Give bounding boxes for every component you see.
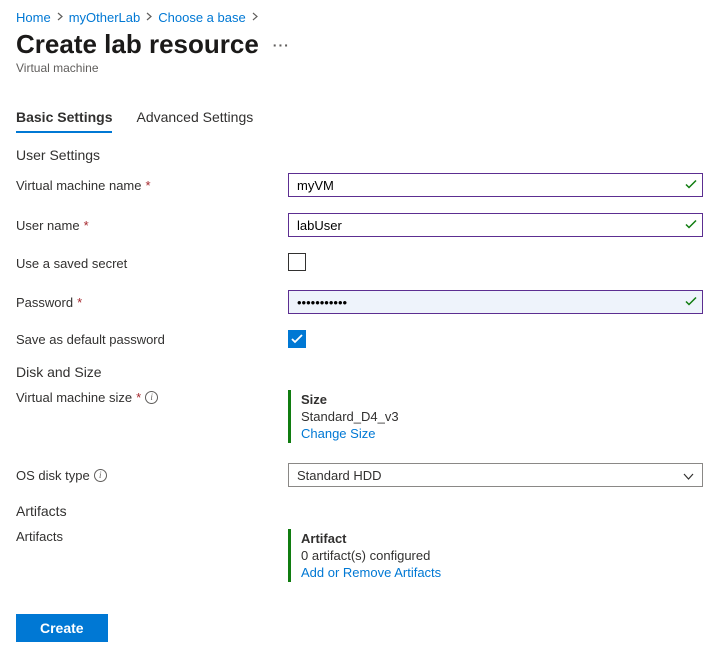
vm-size-panel: Size Standard_D4_v3 Change Size bbox=[288, 390, 703, 443]
chevron-right-icon bbox=[146, 12, 152, 24]
label-use-saved-secret: Use a saved secret bbox=[16, 256, 288, 271]
section-disk-and-size: Disk and Size bbox=[16, 364, 703, 380]
breadcrumb-home[interactable]: Home bbox=[16, 10, 51, 25]
tab-advanced-settings[interactable]: Advanced Settings bbox=[136, 109, 253, 133]
more-actions-icon[interactable]: ··· bbox=[273, 37, 290, 53]
page-title-row: Create lab resource ··· bbox=[16, 29, 703, 60]
required-marker: * bbox=[84, 218, 89, 233]
required-marker: * bbox=[77, 295, 82, 310]
os-disk-type-value: Standard HDD bbox=[297, 468, 382, 483]
artifacts-value: 0 artifact(s) configured bbox=[301, 548, 703, 563]
label-user-name: User name * bbox=[16, 218, 288, 233]
artifacts-panel-title: Artifact bbox=[301, 531, 703, 546]
label-artifacts: Artifacts bbox=[16, 529, 288, 544]
section-user-settings: User Settings bbox=[16, 147, 703, 163]
page-title: Create lab resource bbox=[16, 29, 259, 60]
create-button[interactable]: Create bbox=[16, 614, 108, 642]
label-password: Password * bbox=[16, 295, 288, 310]
os-disk-type-select[interactable]: Standard HDD bbox=[288, 463, 703, 487]
chevron-right-icon bbox=[252, 12, 258, 24]
chevron-down-icon bbox=[683, 468, 694, 483]
info-icon[interactable]: i bbox=[94, 469, 107, 482]
label-os-disk-type: OS disk type i bbox=[16, 468, 288, 483]
chevron-right-icon bbox=[57, 12, 63, 24]
label-vm-size: Virtual machine size * i bbox=[16, 390, 288, 405]
section-artifacts: Artifacts bbox=[16, 503, 703, 519]
vm-size-panel-title: Size bbox=[301, 392, 703, 407]
save-default-password-checkbox[interactable] bbox=[288, 330, 306, 348]
required-marker: * bbox=[136, 390, 141, 405]
breadcrumb-choose-base[interactable]: Choose a base bbox=[158, 10, 245, 25]
add-remove-artifacts-link[interactable]: Add or Remove Artifacts bbox=[301, 565, 703, 580]
change-size-link[interactable]: Change Size bbox=[301, 426, 703, 441]
tab-basic-settings[interactable]: Basic Settings bbox=[16, 109, 112, 133]
label-save-default-password: Save as default password bbox=[16, 332, 288, 347]
breadcrumb-lab[interactable]: myOtherLab bbox=[69, 10, 141, 25]
artifacts-panel: Artifact 0 artifact(s) configured Add or… bbox=[288, 529, 703, 582]
password-input[interactable] bbox=[288, 290, 703, 314]
info-icon[interactable]: i bbox=[145, 391, 158, 404]
tabs: Basic Settings Advanced Settings bbox=[16, 109, 703, 133]
breadcrumb: Home myOtherLab Choose a base bbox=[16, 10, 703, 25]
required-marker: * bbox=[146, 178, 151, 193]
use-saved-secret-checkbox[interactable] bbox=[288, 253, 306, 271]
vm-name-input[interactable] bbox=[288, 173, 703, 197]
label-vm-name: Virtual machine name * bbox=[16, 178, 288, 193]
user-name-input[interactable] bbox=[288, 213, 703, 237]
page-subtitle: Virtual machine bbox=[16, 61, 703, 75]
vm-size-value: Standard_D4_v3 bbox=[301, 409, 703, 424]
